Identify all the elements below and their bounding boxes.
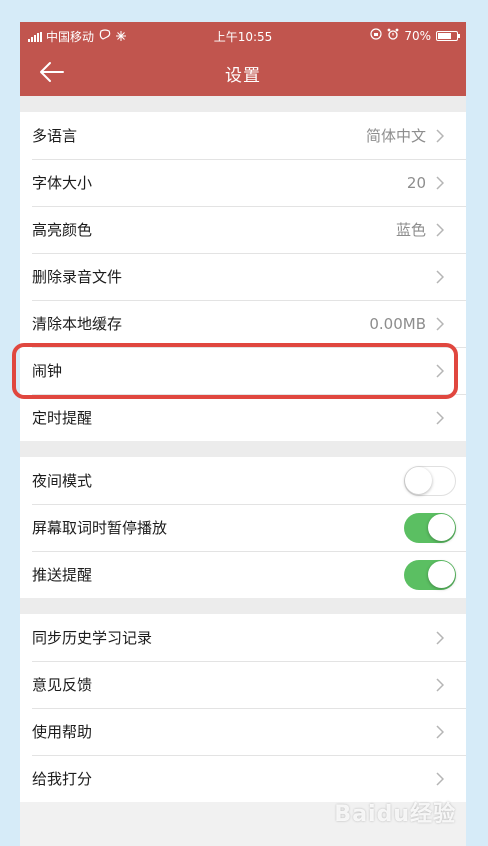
setting-timed-reminder[interactable]: 定时提醒 xyxy=(20,394,466,441)
push-reminder-toggle[interactable] xyxy=(404,559,456,590)
setting-label: 删除录音文件 xyxy=(32,268,123,286)
chevron-right-icon xyxy=(436,677,444,692)
setting-font-size[interactable]: 字体大小 20 xyxy=(20,159,466,206)
chevron-right-icon xyxy=(436,724,444,739)
setting-night-mode: 夜间模式 xyxy=(20,457,466,504)
setting-push-reminder: 推送提醒 xyxy=(20,551,466,598)
chevron-right-icon xyxy=(436,316,444,331)
setting-rate-us[interactable]: 给我打分 xyxy=(20,755,466,802)
highlight-box xyxy=(12,343,458,399)
setting-label: 同步历史学习记录 xyxy=(32,629,153,647)
chevron-right-icon xyxy=(436,222,444,237)
setting-delete-recordings[interactable]: 删除录音文件 xyxy=(20,253,466,300)
setting-label: 屏幕取词时暂停播放 xyxy=(32,519,168,537)
setting-language[interactable]: 多语言 简体中文 xyxy=(20,112,466,159)
setting-help[interactable]: 使用帮助 xyxy=(20,708,466,755)
setting-label: 高亮颜色 xyxy=(32,221,93,239)
setting-label: 夜间模式 xyxy=(32,472,93,490)
setting-clear-cache[interactable]: 清除本地缓存 0.00MB xyxy=(20,300,466,347)
setting-label: 给我打分 xyxy=(32,770,93,788)
setting-sync-history[interactable]: 同步历史学习记录 xyxy=(20,614,466,661)
setting-label: 使用帮助 xyxy=(32,723,93,741)
setting-label: 字体大小 xyxy=(32,174,93,192)
section-gap xyxy=(20,441,466,457)
setting-label: 意见反馈 xyxy=(32,676,93,694)
settings-group-other: 同步历史学习记录 意见反馈 使用帮助 给我打分 xyxy=(20,614,466,802)
setting-label: 多语言 xyxy=(32,127,78,145)
watermark-logo: Baidu经验 xyxy=(334,802,456,827)
settings-group-toggles: 夜间模式 屏幕取词时暂停播放 推送提醒 xyxy=(20,457,466,598)
setting-pause-on-lookup: 屏幕取词时暂停播放 xyxy=(20,504,466,551)
status-right: 70% xyxy=(370,28,460,43)
nav-bar: 设置 xyxy=(20,48,466,96)
night-mode-toggle[interactable] xyxy=(404,465,456,496)
setting-label: 定时提醒 xyxy=(32,409,93,427)
toggle-knob xyxy=(428,513,455,541)
setting-label: 推送提醒 xyxy=(32,566,93,584)
toggle-knob xyxy=(428,560,455,588)
battery-icon xyxy=(436,30,460,41)
rotation-lock-icon xyxy=(370,28,382,43)
chevron-right-icon xyxy=(436,128,444,143)
setting-highlight-color[interactable]: 高亮颜色 蓝色 xyxy=(20,206,466,253)
section-gap xyxy=(20,96,466,112)
page-title: 设置 xyxy=(225,66,261,86)
alarm-icon xyxy=(387,28,399,43)
setting-label: 清除本地缓存 xyxy=(32,315,123,333)
section-gap xyxy=(20,598,466,614)
setting-value: 蓝色 xyxy=(395,221,426,239)
setting-value: 简体中文 xyxy=(365,127,426,145)
chevron-right-icon xyxy=(436,175,444,190)
status-bar: 中国移动 上午10:55 70% xyxy=(20,22,466,48)
chevron-right-icon xyxy=(436,410,444,425)
toggle-knob xyxy=(405,466,432,494)
setting-feedback[interactable]: 意见反馈 xyxy=(20,661,466,708)
chevron-right-icon xyxy=(436,771,444,786)
pause-on-lookup-toggle[interactable] xyxy=(404,512,456,543)
battery-percent: 70% xyxy=(404,28,431,43)
chevron-right-icon xyxy=(436,269,444,284)
setting-value: 20 xyxy=(406,173,426,192)
chevron-right-icon xyxy=(436,630,444,645)
setting-value: 0.00MB xyxy=(369,314,426,333)
phone-screen: 中国移动 上午10:55 70% 设置 多语言 简体中文 字体大小 20 高亮颜… xyxy=(20,22,466,846)
